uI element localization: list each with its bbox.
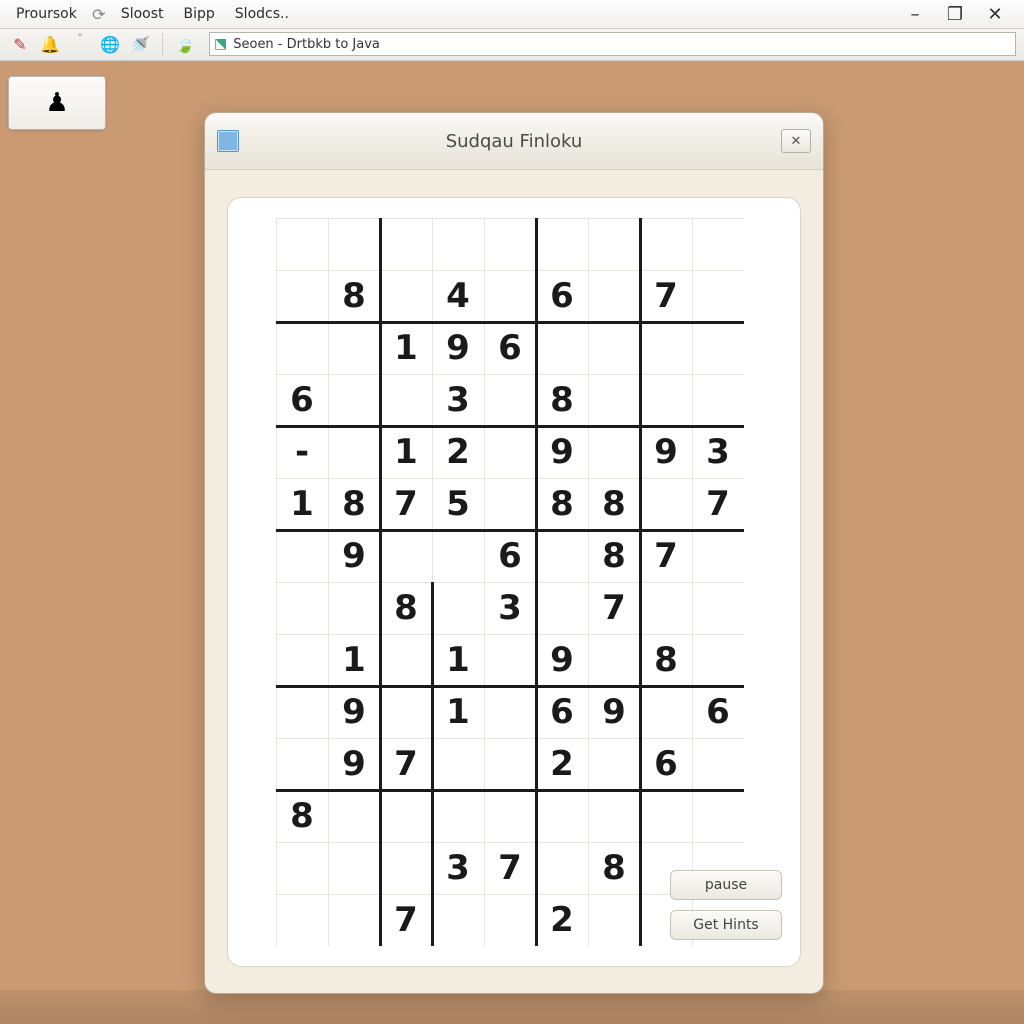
sudoku-cell[interactable]: 9 — [536, 426, 588, 478]
sudoku-cell[interactable]: 3 — [432, 374, 484, 426]
sudoku-cell[interactable]: 1 — [380, 322, 432, 374]
sudoku-cell[interactable]: - — [276, 426, 328, 478]
sudoku-cell[interactable]: 7 — [380, 738, 432, 790]
sudoku-grid[interactable]: 8467196638-12993187588796878371198916969… — [276, 218, 744, 946]
sudoku-cell[interactable]: 8 — [640, 634, 692, 686]
menu-item-3[interactable]: Slodcs.. — [225, 3, 299, 25]
sudoku-window-title: Sudqau Finloku — [205, 131, 823, 152]
os-toolbar: ✎ 🔔 ° 🌐 🚿 🍃 ⬔ Seoen - Drtbkb to Java — [0, 28, 1024, 61]
address-bar[interactable]: ⬔ Seoen - Drtbkb to Java — [209, 32, 1016, 56]
get-hints-button[interactable]: Get Hints — [670, 910, 782, 940]
sudoku-cell[interactable]: 7 — [484, 842, 536, 894]
menu-item-2[interactable]: Bipp — [174, 3, 225, 25]
sudoku-cell[interactable]: 3 — [432, 842, 484, 894]
sudoku-cell[interactable]: 6 — [484, 530, 536, 582]
sudoku-cell[interactable]: 1 — [328, 634, 380, 686]
sudoku-cell[interactable]: 6 — [536, 270, 588, 322]
sudoku-cell[interactable]: 9 — [640, 426, 692, 478]
sudoku-cell[interactable]: 7 — [640, 530, 692, 582]
sudoku-cell[interactable]: 6 — [536, 686, 588, 738]
leaf-icon[interactable]: 🍃 — [173, 32, 197, 56]
sudoku-window: Sudqau Finloku ✕ 8467196638-129931875887… — [204, 112, 824, 994]
sudoku-cell[interactable]: 9 — [432, 322, 484, 374]
sudoku-cell[interactable]: 1 — [380, 426, 432, 478]
sudoku-cell[interactable]: 6 — [484, 322, 536, 374]
sudoku-cell[interactable]: 6 — [692, 686, 744, 738]
sudoku-actions: pause Get Hints — [670, 870, 782, 940]
address-bar-icon: ⬔ — [214, 36, 227, 52]
os-menubar: Proursok ⟳ Sloost Bipp Slodcs.. – ❐ ✕ — [0, 0, 1024, 29]
sudoku-cell[interactable]: 3 — [484, 582, 536, 634]
sudoku-cell[interactable]: 1 — [432, 686, 484, 738]
sudoku-cell[interactable]: 2 — [536, 894, 588, 946]
sudoku-cell[interactable]: 8 — [588, 842, 640, 894]
desktop-shadow — [0, 990, 1024, 1024]
sudoku-cell[interactable]: 6 — [640, 738, 692, 790]
sudoku-titlebar[interactable]: Sudqau Finloku ✕ — [205, 113, 823, 170]
sudoku-cell[interactable]: 6 — [276, 374, 328, 426]
toolbar-separator — [162, 33, 163, 55]
sudoku-cell[interactable]: 8 — [588, 530, 640, 582]
os-close-button[interactable]: ✕ — [984, 4, 1006, 25]
globe-icon[interactable]: 🌐 — [98, 32, 122, 56]
bell-icon[interactable]: 🔔 — [38, 32, 62, 56]
paint-icon[interactable]: ✎ — [8, 32, 32, 56]
sudoku-cell[interactable]: 7 — [380, 478, 432, 530]
docked-tool-window[interactable]: ♟ — [8, 76, 106, 130]
sudoku-cell[interactable]: 1 — [432, 634, 484, 686]
chess-piece-icon: ♟ — [45, 88, 68, 118]
os-maximize-button[interactable]: ❐ — [944, 4, 966, 25]
sudoku-cell[interactable]: 8 — [328, 478, 380, 530]
address-bar-text: Seoen - Drtbkb to Java — [233, 37, 380, 52]
sudoku-cell[interactable]: 9 — [328, 738, 380, 790]
menu-item-1[interactable]: Sloost — [111, 3, 174, 25]
reload-icon[interactable]: ⟳ — [87, 2, 111, 26]
sudoku-cell[interactable]: 7 — [380, 894, 432, 946]
sudoku-cell[interactable]: 9 — [328, 686, 380, 738]
degree-icon: ° — [68, 26, 92, 50]
sudoku-board: 8467196638-12993187588796878371198916969… — [227, 197, 801, 967]
sudoku-window-icon — [217, 130, 239, 152]
menu-item-0[interactable]: Proursok — [6, 3, 87, 25]
sudoku-cell[interactable]: 7 — [640, 270, 692, 322]
sudoku-cell[interactable]: 8 — [536, 478, 588, 530]
sudoku-cell[interactable]: 2 — [536, 738, 588, 790]
sudoku-cell[interactable]: 3 — [692, 426, 744, 478]
sudoku-cell[interactable]: 2 — [432, 426, 484, 478]
sudoku-cell[interactable]: 8 — [328, 270, 380, 322]
sudoku-cell[interactable]: 8 — [588, 478, 640, 530]
sudoku-cell[interactable]: 8 — [380, 582, 432, 634]
sudoku-cell[interactable]: 1 — [276, 478, 328, 530]
sudoku-cell[interactable]: 9 — [328, 530, 380, 582]
faucet-icon[interactable]: 🚿 — [128, 32, 152, 56]
sudoku-cell[interactable]: 7 — [692, 478, 744, 530]
os-minimize-button[interactable]: – — [904, 4, 926, 25]
sudoku-cell[interactable]: 5 — [432, 478, 484, 530]
sudoku-cell[interactable]: 8 — [276, 790, 328, 842]
sudoku-cell[interactable]: 4 — [432, 270, 484, 322]
sudoku-cell[interactable]: 8 — [536, 374, 588, 426]
sudoku-close-button[interactable]: ✕ — [781, 129, 811, 153]
sudoku-cell[interactable]: 7 — [588, 582, 640, 634]
sudoku-cell[interactable]: 9 — [588, 686, 640, 738]
sudoku-cell[interactable]: 9 — [536, 634, 588, 686]
pause-button[interactable]: pause — [670, 870, 782, 900]
